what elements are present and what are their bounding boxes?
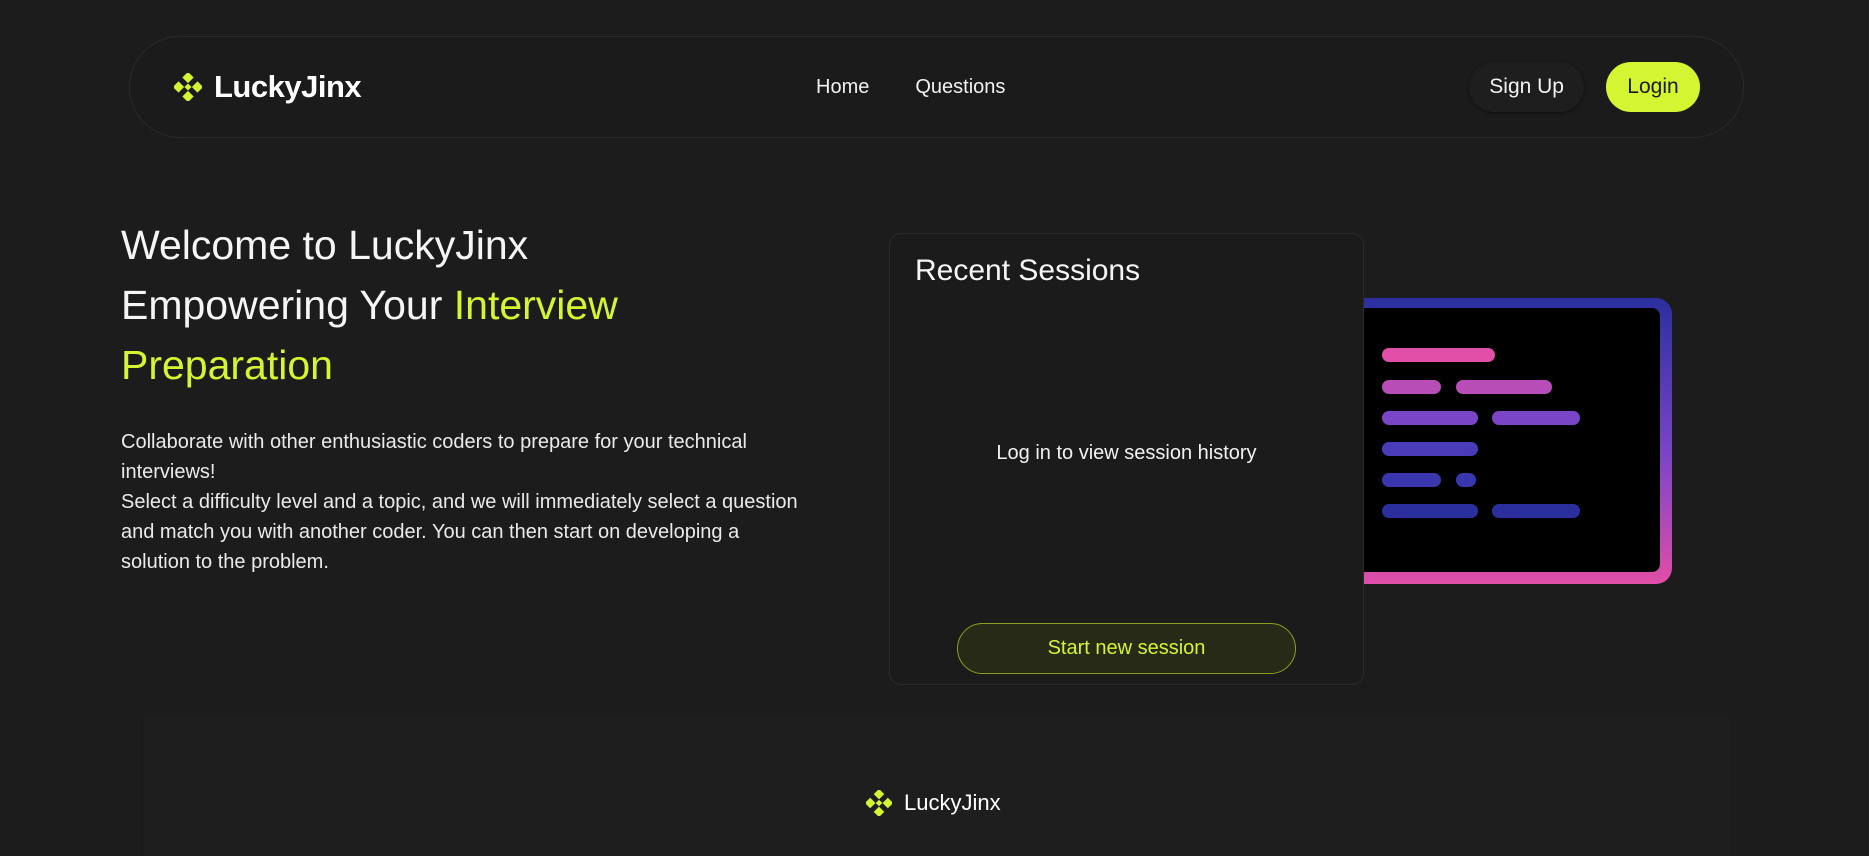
- login-button[interactable]: Login: [1606, 62, 1700, 112]
- main-nav: Home Questions: [816, 37, 1005, 137]
- navbar: LuckyJinx Home Questions Sign Up Login: [129, 36, 1744, 138]
- auth-actions: Sign Up Login: [1469, 62, 1700, 112]
- nav-questions-link[interactable]: Questions: [915, 76, 1005, 99]
- nav-home-link[interactable]: Home: [816, 76, 869, 99]
- hero-title-prefix: Empowering Your: [121, 282, 454, 328]
- footer-brand-name: LuckyJinx: [904, 790, 1001, 815]
- hero-title-accent-2: Preparation: [121, 342, 333, 388]
- hero-description-paragraph-2: Select a difficulty level and a topic, a…: [121, 491, 798, 573]
- brand-name: LuckyJinx: [214, 69, 362, 104]
- hero-description: Collaborate with other enthusiastic code…: [121, 427, 801, 577]
- brand-logo[interactable]: LuckyJinx: [174, 37, 362, 137]
- code-editor-illustration: [1310, 298, 1672, 584]
- hero-title-accent-1: Interview: [453, 282, 618, 328]
- footer-brand[interactable]: LuckyJinx: [866, 790, 1001, 816]
- diamond-logo-icon: [866, 790, 892, 816]
- recent-sessions-title: Recent Sessions: [915, 254, 1141, 287]
- session-history-message: Log in to view session history: [996, 442, 1257, 464]
- signup-button[interactable]: Sign Up: [1469, 62, 1584, 112]
- footer: [143, 716, 1730, 856]
- hero-heading: Welcome to LuckyJinx Empowering Your Int…: [121, 215, 841, 395]
- hero-description-paragraph-1: Collaborate with other enthusiastic code…: [121, 431, 747, 483]
- hero-title-line-2: Empowering Your Interview: [121, 275, 841, 335]
- diamond-logo-icon: [174, 73, 202, 101]
- hero-title-line-1: Welcome to LuckyJinx: [121, 222, 529, 268]
- recent-sessions-card: Recent Sessions Log in to view session h…: [889, 233, 1364, 685]
- start-new-session-button[interactable]: Start new session: [957, 623, 1296, 674]
- editor-screen: [1316, 308, 1660, 572]
